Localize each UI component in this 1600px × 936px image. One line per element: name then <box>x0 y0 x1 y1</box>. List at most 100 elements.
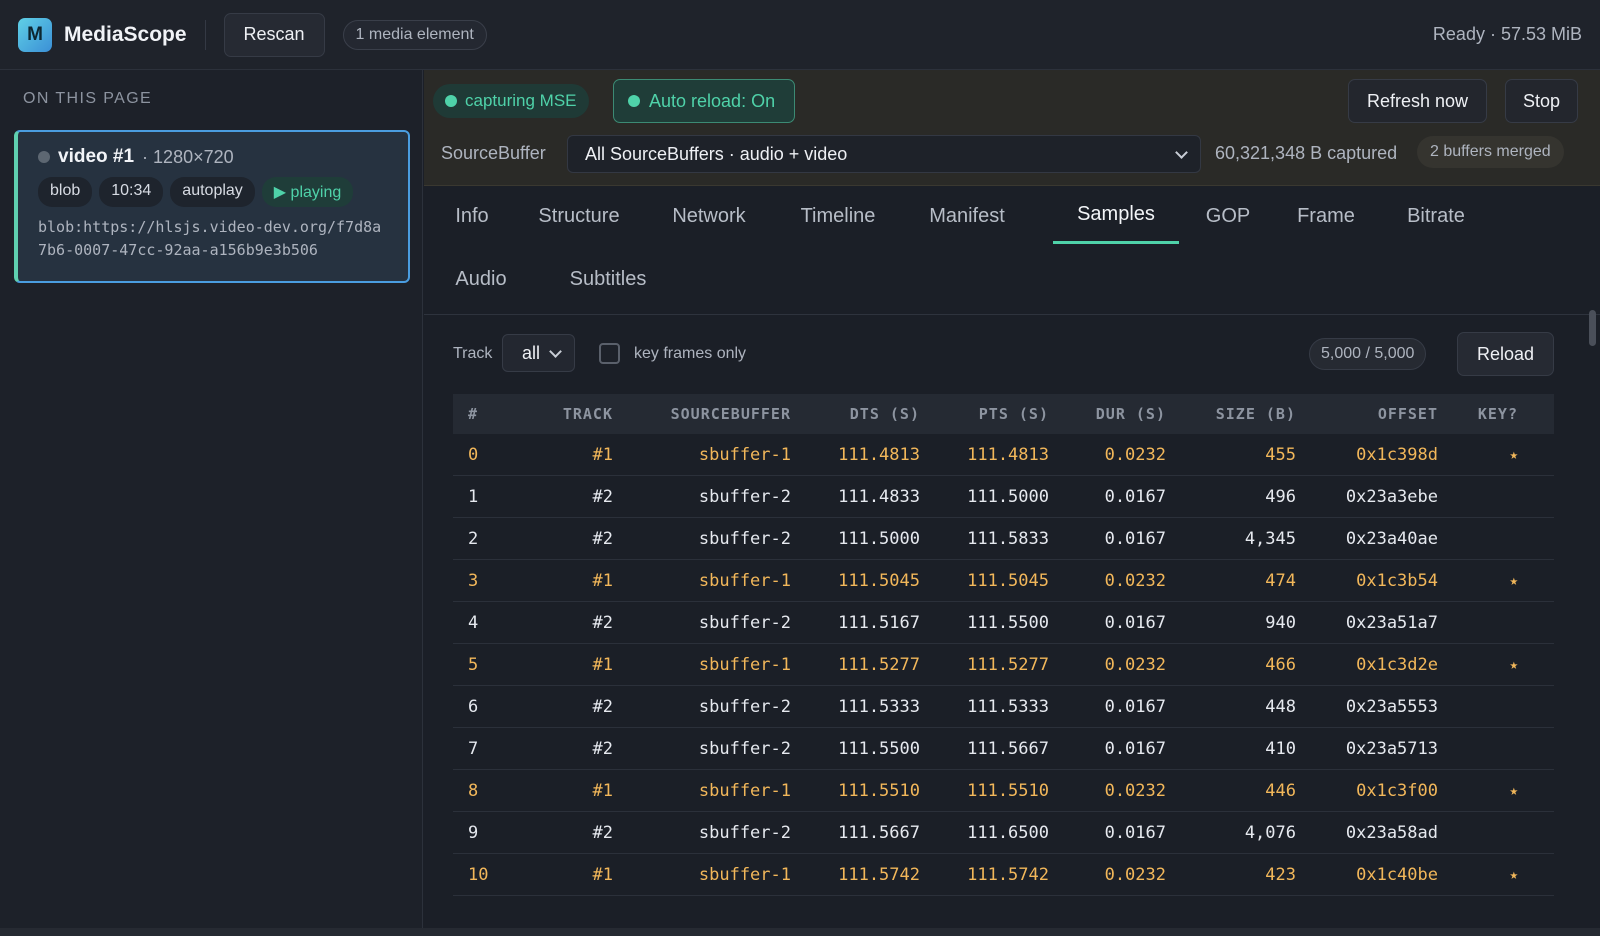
refresh-now-button[interactable]: Refresh now <box>1348 79 1487 123</box>
cell-pts: 111.5000 <box>967 486 1049 507</box>
col-duration-header[interactable]: DUR (S) <box>1049 405 1166 423</box>
cell-index: 6 <box>468 696 479 717</box>
col-offset-header[interactable]: OFFSET <box>1296 405 1438 423</box>
cell-dts: 111.5277 <box>838 654 920 675</box>
cell-pts: 111.5333 <box>967 696 1049 717</box>
cell-offset: 0x23a5713 <box>1345 738 1438 759</box>
app-logo: M <box>18 17 52 52</box>
table-header: # TRACK SOURCEBUFFER DTS (S) PTS (S) DUR… <box>453 394 1554 434</box>
cell-sourcebuffer: sbuffer-2 <box>698 738 791 759</box>
cell-sourcebuffer: sbuffer-2 <box>698 822 791 843</box>
cell-size: 496 <box>1265 486 1296 507</box>
sourcebuffer-select[interactable]: All SourceBuffers · audio + video <box>567 135 1201 173</box>
tab-network[interactable]: Network <box>662 188 756 244</box>
auto-reload-toggle[interactable]: Auto reload: On <box>613 79 795 123</box>
samples-table: # TRACK SOURCEBUFFER DTS (S) PTS (S) DUR… <box>453 394 1554 896</box>
col-track-header[interactable]: TRACK <box>533 405 613 423</box>
media-count-badge: 1 media element <box>342 19 487 50</box>
capturing-label: capturing MSE <box>465 91 577 110</box>
cell-duration: 0.0232 <box>1104 444 1166 465</box>
col-pts-header[interactable]: PTS (S) <box>920 405 1049 423</box>
cell-size: 4,345 <box>1244 528 1296 549</box>
cell-dts: 111.5510 <box>838 780 920 801</box>
cell-duration: 0.0167 <box>1104 822 1166 843</box>
live-dot-icon <box>445 95 457 107</box>
cell-sourcebuffer: sbuffer-2 <box>698 696 791 717</box>
table-row[interactable]: 7 #2 sbuffer-2 111.5500 111.5667 0.0167 410 0x2… <box>453 728 1554 770</box>
tab-audio[interactable]: Audio <box>448 251 514 307</box>
cell-track: #2 <box>592 486 613 507</box>
track-selected-value: all <box>522 342 541 363</box>
tab-timeline[interactable]: Timeline <box>788 188 888 244</box>
table-row[interactable]: 2 #2 sbuffer-2 111.5000 111.5833 0.0167 4,345 0… <box>453 518 1554 560</box>
capturing-badge: capturing MSE <box>433 84 589 118</box>
stop-button[interactable]: Stop <box>1505 79 1578 123</box>
sourcebuffer-selected-value: All SourceBuffers · audio + video <box>585 143 848 164</box>
media-resolution: · 1280×720 <box>142 146 234 167</box>
rescan-button[interactable]: Rescan <box>223 12 325 57</box>
table-scrollbar[interactable] <box>1588 310 1596 930</box>
keyframes-only-checkbox[interactable] <box>599 343 620 364</box>
col-size-header[interactable]: SIZE (B) <box>1166 405 1296 423</box>
cell-sourcebuffer: sbuffer-2 <box>698 528 791 549</box>
cell-track: #2 <box>592 822 613 843</box>
col-key-header[interactable]: KEY? <box>1438 405 1534 423</box>
table-row[interactable]: 1 #2 sbuffer-2 111.4833 111.5000 0.0167 496 0x2… <box>453 476 1554 518</box>
table-row[interactable]: 5 #1 sbuffer-1 111.5277 111.5277 0.0232 466 0x1… <box>453 644 1554 686</box>
table-row[interactable]: 9 #2 sbuffer-2 111.5667 111.6500 0.0167 4,076 0… <box>453 812 1554 854</box>
cell-index: 7 <box>468 738 479 759</box>
tab-gop[interactable]: GOP <box>1195 188 1261 244</box>
table-row[interactable]: 4 #2 sbuffer-2 111.5167 111.5500 0.0167 940 0x2… <box>453 602 1554 644</box>
cell-duration: 0.0167 <box>1104 486 1166 507</box>
cell-index: 0 <box>468 444 479 465</box>
cell-offset: 0x1c40be <box>1356 864 1438 885</box>
cell-offset: 0x23a40ae <box>1345 528 1438 549</box>
keyframe-star-icon: ★ <box>1509 782 1518 799</box>
cell-track: #1 <box>592 444 613 465</box>
keyframes-only-label[interactable]: key frames only <box>634 345 746 363</box>
cell-pts: 111.6500 <box>967 822 1049 843</box>
tab-manifest[interactable]: Manifest <box>916 188 1018 244</box>
cell-duration: 0.0232 <box>1104 864 1166 885</box>
table-row[interactable]: 6 #2 sbuffer-2 111.5333 111.5333 0.0167 448 0x2… <box>453 686 1554 728</box>
tab-subtitles[interactable]: Subtitles <box>555 251 661 307</box>
sidebar-heading: ON THIS PAGE <box>23 90 153 107</box>
tab-samples[interactable]: Samples <box>1053 188 1179 244</box>
track-select[interactable]: all <box>502 334 575 372</box>
table-row[interactable]: 3 #1 sbuffer-1 111.5045 111.5045 0.0232 474 0x1… <box>453 560 1554 602</box>
track-filter-label: Track <box>453 345 493 362</box>
cell-duration: 0.0232 <box>1104 570 1166 591</box>
cell-index: 4 <box>468 612 479 633</box>
col-dts-header[interactable]: DTS (S) <box>791 405 920 423</box>
cell-pts: 111.5277 <box>967 654 1049 675</box>
cell-track: #1 <box>592 570 613 591</box>
media-card-video-1[interactable]: video #1 · 1280×720 blob 10:34 autoplay … <box>14 130 410 283</box>
cell-index: 10 <box>468 864 489 885</box>
cell-offset: 0x23a5553 <box>1345 696 1438 717</box>
cell-index: 1 <box>468 486 479 507</box>
tag-source-type: blob <box>38 177 93 207</box>
top-bar: M MediaScope Rescan 1 media element Read… <box>0 0 1600 70</box>
cell-sourcebuffer: sbuffer-2 <box>698 612 791 633</box>
table-row[interactable]: 0 #1 sbuffer-1 111.4813 111.4813 0.0232 455 0x1… <box>453 434 1554 476</box>
scrollbar-thumb[interactable] <box>1589 310 1596 346</box>
col-index-header[interactable]: # <box>453 405 533 423</box>
cell-sourcebuffer: sbuffer-1 <box>698 864 791 885</box>
tab-frame[interactable]: Frame <box>1288 188 1364 244</box>
col-sourcebuffer-header[interactable]: SOURCEBUFFER <box>613 405 791 423</box>
tab-structure[interactable]: Structure <box>527 188 631 244</box>
cell-index: 2 <box>468 528 479 549</box>
table-row[interactable]: 8 #1 sbuffer-1 111.5510 111.5510 0.0232 446 0x1… <box>453 770 1554 812</box>
cell-duration: 0.0167 <box>1104 738 1166 759</box>
tab-bitrate[interactable]: Bitrate <box>1394 188 1478 244</box>
cell-sourcebuffer: sbuffer-1 <box>698 570 791 591</box>
cell-size: 423 <box>1265 864 1296 885</box>
sidebar: ON THIS PAGE video #1 · 1280×720 blob 10… <box>0 70 423 936</box>
tab-info[interactable]: Info <box>442 188 502 244</box>
cell-pts: 111.5045 <box>967 570 1049 591</box>
table-row[interactable]: 10 #1 sbuffer-1 111.5742 111.5742 0.0232 423 0x… <box>453 854 1554 896</box>
bottom-edge <box>0 928 1600 936</box>
reload-button[interactable]: Reload <box>1457 332 1554 376</box>
cell-sourcebuffer: sbuffer-2 <box>698 486 791 507</box>
table-body: 0 #1 sbuffer-1 111.4813 111.4813 0.0232 455 0x1… <box>453 434 1554 896</box>
